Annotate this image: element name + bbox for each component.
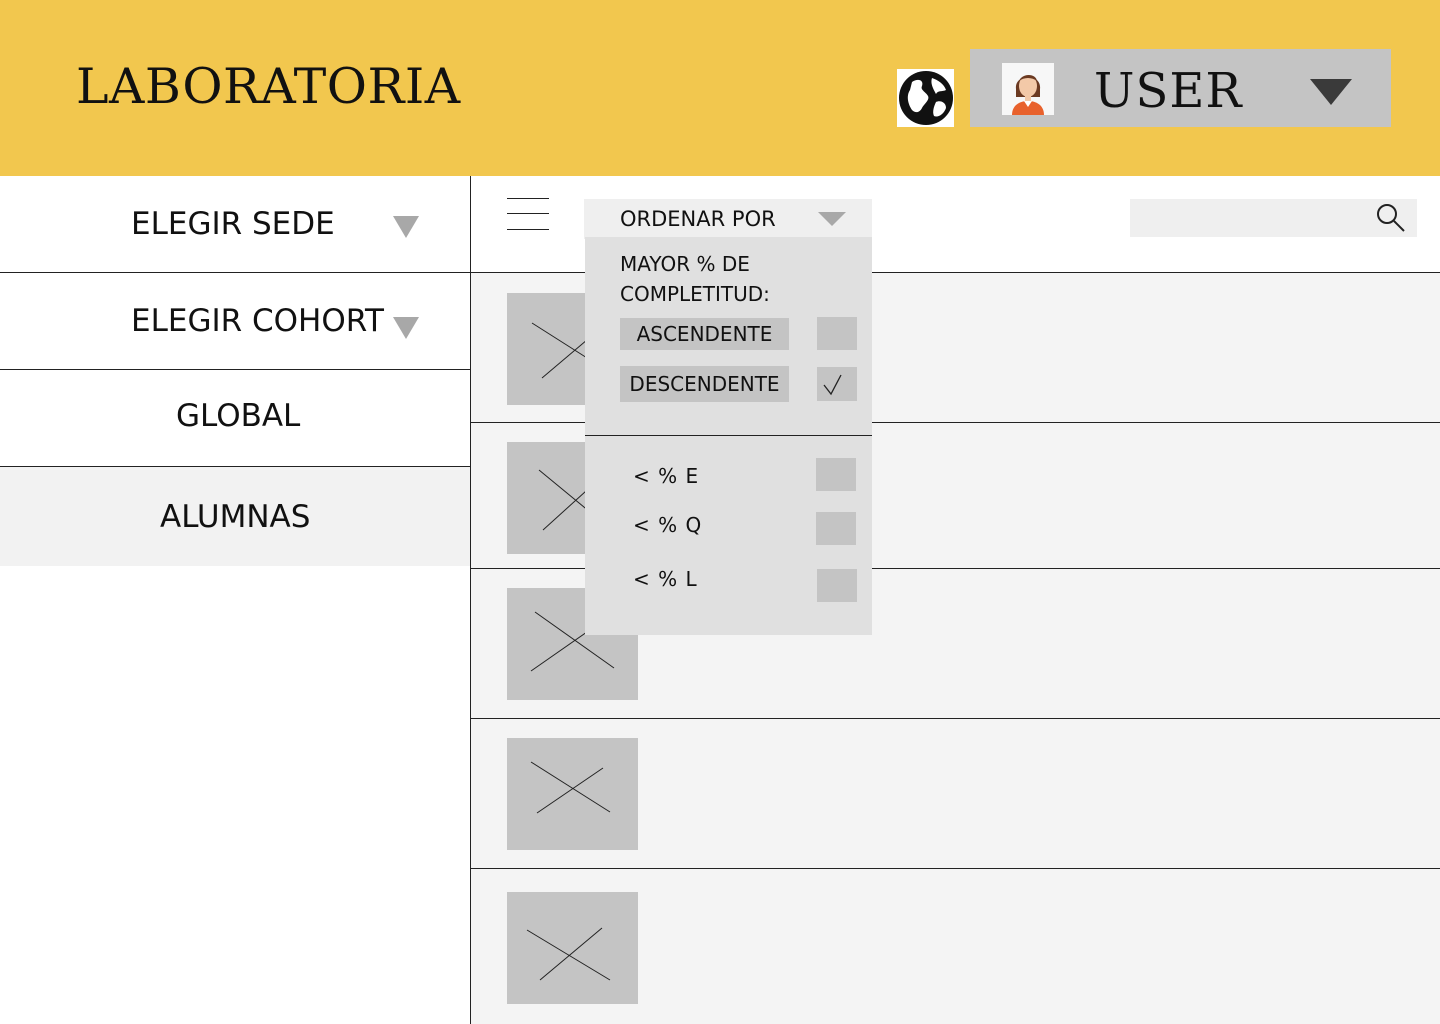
check-icon (823, 374, 842, 396)
globe-icon[interactable] (897, 69, 954, 127)
filter-checkbox-e[interactable] (816, 458, 856, 491)
sidebar-item-cohort[interactable]: ELEGIR COHORT (0, 273, 470, 370)
descendente-checkbox[interactable] (817, 367, 857, 401)
sort-option-ascendente[interactable]: ASCENDENTE (620, 318, 789, 350)
user-menu[interactable]: USER (970, 49, 1391, 127)
image-placeholder (507, 738, 638, 850)
chevron-down-icon (393, 216, 419, 238)
caret-down-icon[interactable] (1310, 79, 1352, 105)
sidebar: ELEGIR SEDE ELEGIR COHORT GLOBAL ALUMNAS (0, 176, 471, 1024)
list-item[interactable] (471, 718, 1440, 869)
sort-dropdown[interactable]: ORDENAR POR (584, 199, 872, 239)
chevron-down-icon (393, 317, 419, 339)
sidebar-item-label: ELEGIR COHORT (131, 303, 384, 339)
search-input[interactable] (1130, 199, 1417, 237)
sidebar-item-sede[interactable]: ELEGIR SEDE (0, 176, 470, 273)
sidebar-item-label: ELEGIR SEDE (131, 206, 335, 242)
brand-logo[interactable]: LABORATORIA (76, 58, 461, 115)
avatar (1002, 63, 1054, 115)
filter-label-e: < % E (633, 464, 700, 488)
top-header: LABORATORIA USER (0, 0, 1440, 176)
sidebar-item-label: ALUMNAS (160, 499, 311, 535)
chevron-down-icon (818, 212, 846, 226)
menu-divider (585, 435, 872, 436)
sort-menu-title: MAYOR % DE COMPLETITUD: (620, 252, 770, 306)
search-icon[interactable] (1376, 203, 1406, 233)
sort-option-descendente[interactable]: DESCENDENTE (620, 366, 789, 402)
list-item[interactable] (471, 868, 1440, 1024)
sort-menu: MAYOR % DE COMPLETITUD: ASCENDENTE DESCE… (585, 237, 872, 635)
sidebar-item-label: GLOBAL (176, 398, 301, 434)
user-name: USER (1094, 63, 1243, 119)
filter-label-q: < % Q (633, 513, 703, 537)
filter-label-l: < % L (633, 567, 698, 591)
ascendente-checkbox[interactable] (817, 317, 857, 350)
sidebar-item-alumnas[interactable]: ALUMNAS (0, 467, 470, 566)
sort-label: ORDENAR POR (620, 207, 776, 231)
hamburger-icon[interactable] (507, 198, 549, 232)
filter-checkbox-q[interactable] (816, 512, 856, 545)
image-placeholder (507, 892, 638, 1004)
page: LABORATORIA USER ELEGIR SEDE ELEGIR COHO… (0, 0, 1440, 1024)
sidebar-item-global[interactable]: GLOBAL (0, 370, 470, 467)
filter-checkbox-l[interactable] (817, 569, 857, 602)
